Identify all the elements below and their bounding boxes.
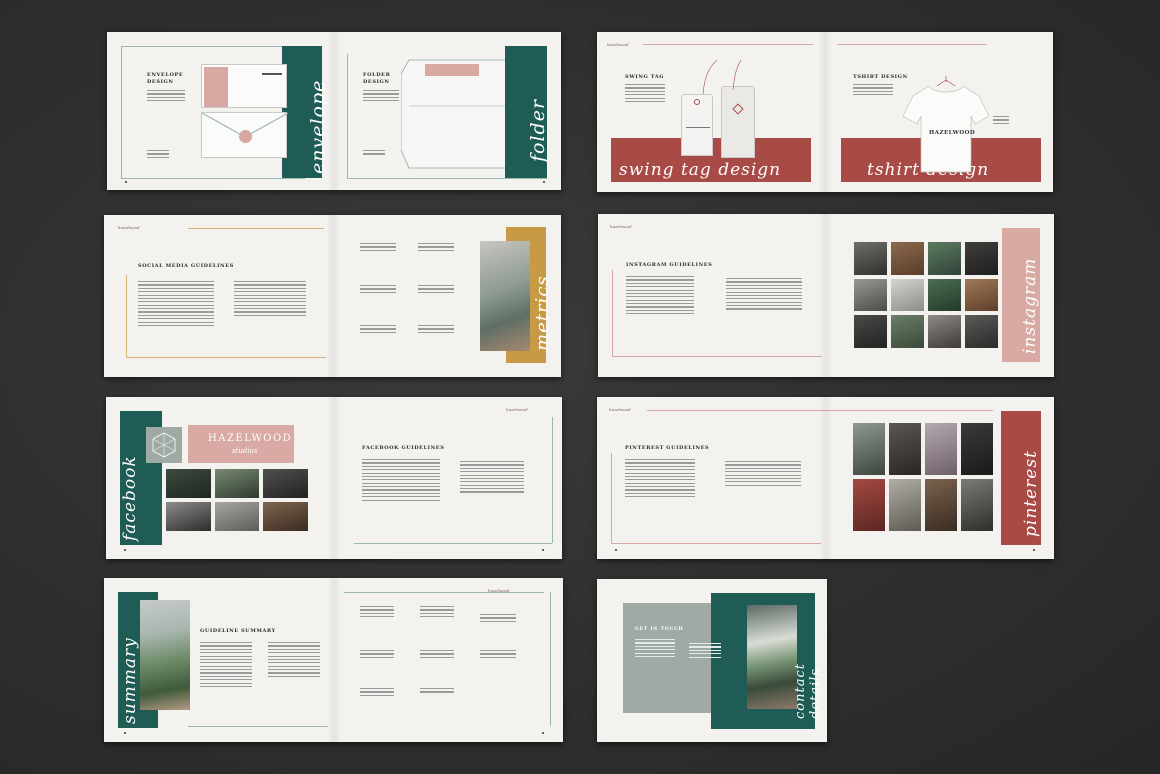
social-title: SOCIAL MEDIA GUIDELINES (138, 263, 234, 269)
folder-title: FOLDER DESIGN (363, 72, 391, 85)
summary-photo (140, 600, 190, 710)
summary-script: summary (120, 637, 140, 724)
swing-tag-2 (721, 86, 755, 158)
instagram-grid (854, 242, 998, 348)
envelope-front (201, 64, 287, 108)
pinterest-script: pinterest (1021, 450, 1041, 537)
facebook-logo-name: HAZELWOOD (208, 433, 293, 444)
facebook-title: FACEBOOK GUIDELINES (362, 445, 445, 451)
summary-title: GUIDELINE SUMMARY (200, 628, 276, 634)
envelope-back (201, 112, 288, 158)
folder-script: folder (527, 98, 549, 162)
instagram-title: INSTAGRAM GUIDELINES (626, 262, 713, 268)
spread-swing-tshirt: hazelwood swing tag design SWING TAG tsh… (597, 32, 1053, 192)
tshirt-mockup: HAZELWOOD (903, 76, 989, 176)
facebook-logo-icon (146, 427, 182, 463)
spread-summary: summary GUIDELINE SUMMARY hazelwood (104, 578, 563, 742)
swing-tag-1 (681, 94, 713, 156)
spread-instagram: hazelwood INSTAGRAM GUIDELINES instagram (598, 214, 1054, 377)
metrics-script: metrics (532, 275, 553, 351)
spread-pinterest: hazelwood PINTEREST GUIDELINES pinterest (597, 397, 1054, 559)
facebook-photo-grid (166, 469, 308, 531)
envelope-script: envelope (307, 79, 329, 174)
envelope-title: ENVELOPE DESIGN (147, 72, 184, 85)
spread-envelope-folder: envelope ENVELOPE DESIGN FOLDER DESIGN f… (107, 32, 561, 190)
spread-social-media: hazelwood SOCIAL MEDIA GUIDELINES metric… (104, 215, 561, 377)
tshirt-title: TSHIRT DESIGN (853, 74, 908, 80)
pinterest-grid (853, 423, 993, 531)
spread-facebook: facebook HAZELWOOD studios hazelwood FAC… (106, 397, 562, 559)
facebook-logo-tag: studios (232, 447, 258, 455)
pinterest-title: PINTEREST GUIDELINES (625, 445, 710, 451)
facebook-script: facebook (120, 455, 140, 541)
swing-script: swing tag design (619, 160, 782, 180)
contact-script: contact details (793, 663, 823, 719)
instagram-script: instagram (1020, 257, 1040, 354)
swing-title: SWING TAG (625, 74, 665, 80)
tshirt-brand: HAZELWOOD (929, 130, 976, 136)
contact-photo (747, 605, 797, 709)
metrics-photo (480, 241, 530, 351)
spread-contact: GET IN TOUCH contact details (597, 579, 827, 742)
facebook-logo-block: HAZELWOOD studios (188, 425, 294, 463)
contact-title: GET IN TOUCH (635, 627, 684, 632)
